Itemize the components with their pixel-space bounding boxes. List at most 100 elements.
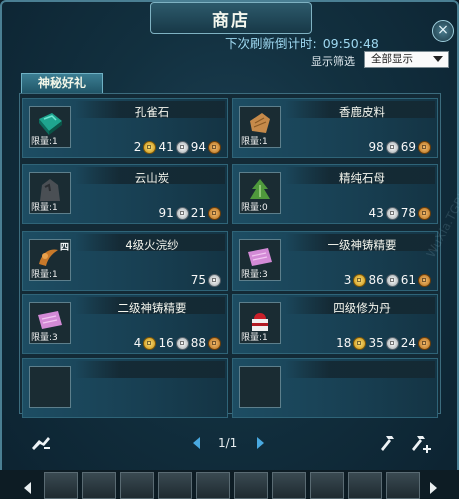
gold-coin-icon xyxy=(353,336,367,350)
copper-coin-icon xyxy=(418,336,431,350)
item-price: 3 86 61 xyxy=(344,273,433,287)
hammer-button[interactable] xyxy=(378,434,398,456)
silver-coin-icon xyxy=(208,273,221,287)
quick-slot[interactable] xyxy=(272,472,306,499)
copper-coin-icon xyxy=(208,336,221,350)
price-amount: 24 xyxy=(400,336,416,350)
item-price: 18 35 24 xyxy=(336,336,433,350)
price-amount: 21 xyxy=(190,206,206,220)
item-limit: 限量:1 xyxy=(31,137,58,147)
item-slot[interactable]: 四限量:1 xyxy=(29,239,71,281)
item-slot[interactable]: 限量:3 xyxy=(239,239,281,281)
price-amount: 43 xyxy=(368,206,384,220)
filter-label: 显示筛选 xyxy=(311,55,355,68)
copper-coin-icon xyxy=(208,206,221,220)
item-card[interactable] xyxy=(22,358,228,418)
item-card[interactable]: 限量:3 二级神铸精要 4 16 88 xyxy=(22,294,228,354)
bar-right-arrow-icon xyxy=(430,482,437,494)
bar-left-arrow-icon xyxy=(24,482,31,494)
price-amount: 41 xyxy=(158,140,174,154)
gold-coin-icon xyxy=(143,336,157,350)
item-card[interactable]: 限量:1 香鹿皮料 98 69 xyxy=(232,98,438,158)
item-card[interactable]: 限量:1 四级修为丹 18 35 24 xyxy=(232,294,438,354)
item-card[interactable]: 限量:3 一级神铸精要 3 86 61 xyxy=(232,231,438,291)
item-slot[interactable]: 限量:1 xyxy=(239,106,281,148)
quick-slot[interactable] xyxy=(158,472,192,499)
quick-slot[interactable] xyxy=(310,472,344,499)
price-amount: 3 xyxy=(343,273,352,287)
quick-slot[interactable] xyxy=(82,472,116,499)
hammer-icon xyxy=(381,436,394,451)
quick-slot[interactable] xyxy=(44,472,78,499)
item-slot[interactable] xyxy=(239,366,281,408)
silver-coin-icon xyxy=(385,273,399,287)
item-slot[interactable]: 限量:1 xyxy=(29,172,71,214)
item-card[interactable]: 限量:1 孔雀石 2 41 94 xyxy=(22,98,228,158)
silver-coin-icon xyxy=(175,336,189,350)
price-amount: 94 xyxy=(190,140,206,154)
item-price: 98 69 xyxy=(368,140,433,154)
price-amount: 69 xyxy=(400,140,416,154)
quick-slot[interactable] xyxy=(386,472,420,499)
item-slot[interactable]: 限量:1 xyxy=(239,302,281,344)
batch-hammer-button[interactable] xyxy=(410,434,432,458)
prev-arrow-icon xyxy=(193,437,200,449)
item-slot[interactable] xyxy=(29,366,71,408)
quick-slot[interactable] xyxy=(348,472,382,499)
repair-tool-button[interactable] xyxy=(30,434,52,456)
item-limit: 限量:0 xyxy=(241,203,268,213)
page-indicator: 1/1 xyxy=(218,436,238,450)
hammer-plus-icon xyxy=(412,436,431,453)
item-name: 4级火浣纱 xyxy=(125,238,179,252)
item-slot[interactable]: 限量:3 xyxy=(29,302,71,344)
item-name: 一级神铸精要 xyxy=(327,238,397,252)
price-amount: 88 xyxy=(190,336,206,350)
item-card[interactable]: 四限量:1 4级火浣纱 75 xyxy=(22,231,228,291)
price-amount: 61 xyxy=(400,273,416,287)
price-amount: 98 xyxy=(368,140,384,154)
gold-coin-icon xyxy=(143,140,157,154)
next-page-button[interactable] xyxy=(256,437,264,452)
item-card[interactable]: 限量:1 云山炭 91 21 xyxy=(22,164,228,224)
item-price: 43 78 xyxy=(368,206,433,220)
item-price: 75 xyxy=(191,273,223,287)
quick-slot[interactable] xyxy=(120,472,154,499)
name-bar xyxy=(75,361,225,378)
refresh-label: 下次刷新倒计时: xyxy=(225,36,317,51)
item-slot[interactable]: 限量:1 xyxy=(29,106,71,148)
item-card[interactable] xyxy=(232,358,438,418)
window-title-plate: 商店 xyxy=(150,2,312,34)
copper-coin-icon xyxy=(418,206,431,220)
item-name: 二级神铸精要 xyxy=(117,301,187,315)
item-price: 4 16 88 xyxy=(134,336,223,350)
prev-page-button[interactable] xyxy=(193,437,201,452)
filter-dropdown[interactable]: 全部显示 xyxy=(364,51,449,68)
quick-slot[interactable] xyxy=(196,472,230,499)
item-limit: 限量:1 xyxy=(241,137,268,147)
price-amount: 75 xyxy=(190,273,206,287)
item-price: 2 41 94 xyxy=(134,140,223,154)
quick-slot[interactable] xyxy=(234,472,268,499)
copper-coin-icon xyxy=(418,140,431,154)
item-name: 云山炭 xyxy=(134,171,170,185)
silver-coin-icon xyxy=(385,206,399,220)
item-name: 孔雀石 xyxy=(134,105,170,119)
item-slot[interactable]: 限量:0 xyxy=(239,172,281,214)
close-button[interactable]: × xyxy=(432,20,454,42)
refresh-countdown: 下次刷新倒计时: 09:50:48 xyxy=(225,33,379,52)
next-arrow-icon xyxy=(257,437,264,449)
item-card[interactable]: 限量:0 精纯石母 43 78 xyxy=(232,164,438,224)
item-price: 91 21 xyxy=(158,206,223,220)
item-grade-badge: 四 xyxy=(59,243,69,253)
silver-coin-icon xyxy=(385,140,399,154)
price-amount: 4 xyxy=(133,336,142,350)
price-amount: 16 xyxy=(158,336,174,350)
hand-drag-icon xyxy=(32,437,50,450)
refresh-time: 09:50:48 xyxy=(322,36,379,51)
bar-right-button[interactable] xyxy=(430,479,437,498)
silver-coin-icon xyxy=(175,206,189,220)
bar-left-button[interactable] xyxy=(24,479,31,498)
tab-mystery-gift[interactable]: 神秘好礼 xyxy=(21,73,103,94)
silver-coin-icon xyxy=(175,140,189,154)
item-name: 香鹿皮料 xyxy=(339,105,385,119)
